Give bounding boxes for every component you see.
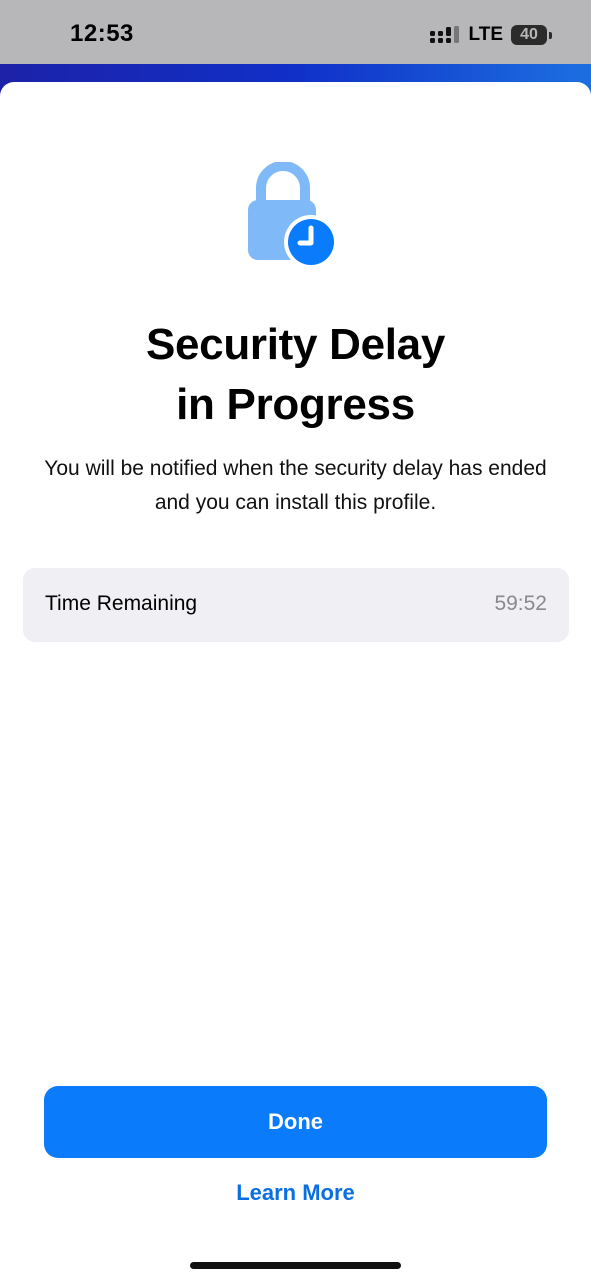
description-text: You will be notified when the security d… (44, 457, 547, 514)
lock-clock-icon (248, 162, 338, 269)
page-title: Security Delay in Progress (0, 315, 591, 435)
learn-more-link[interactable]: Learn More (0, 1180, 591, 1206)
home-indicator[interactable] (190, 1262, 401, 1269)
time-remaining-label: Time Remaining (45, 592, 198, 615)
done-button[interactable]: Done (44, 1086, 547, 1158)
cellular-signal-icon (429, 26, 459, 43)
title-line-2: in Progress (176, 380, 415, 429)
status-indicators: LTE 40 (429, 22, 552, 48)
status-time: 12:53 (70, 20, 134, 47)
time-remaining-value: 59:52 (494, 592, 547, 615)
status-bar: 12:53 LTE 40 (0, 0, 591, 64)
title-line-1: Security Delay (145, 320, 446, 369)
battery-icon: 40 (511, 25, 552, 45)
time-remaining-row: Time Remaining 59:52 (23, 568, 569, 642)
network-type: LTE (468, 24, 503, 45)
